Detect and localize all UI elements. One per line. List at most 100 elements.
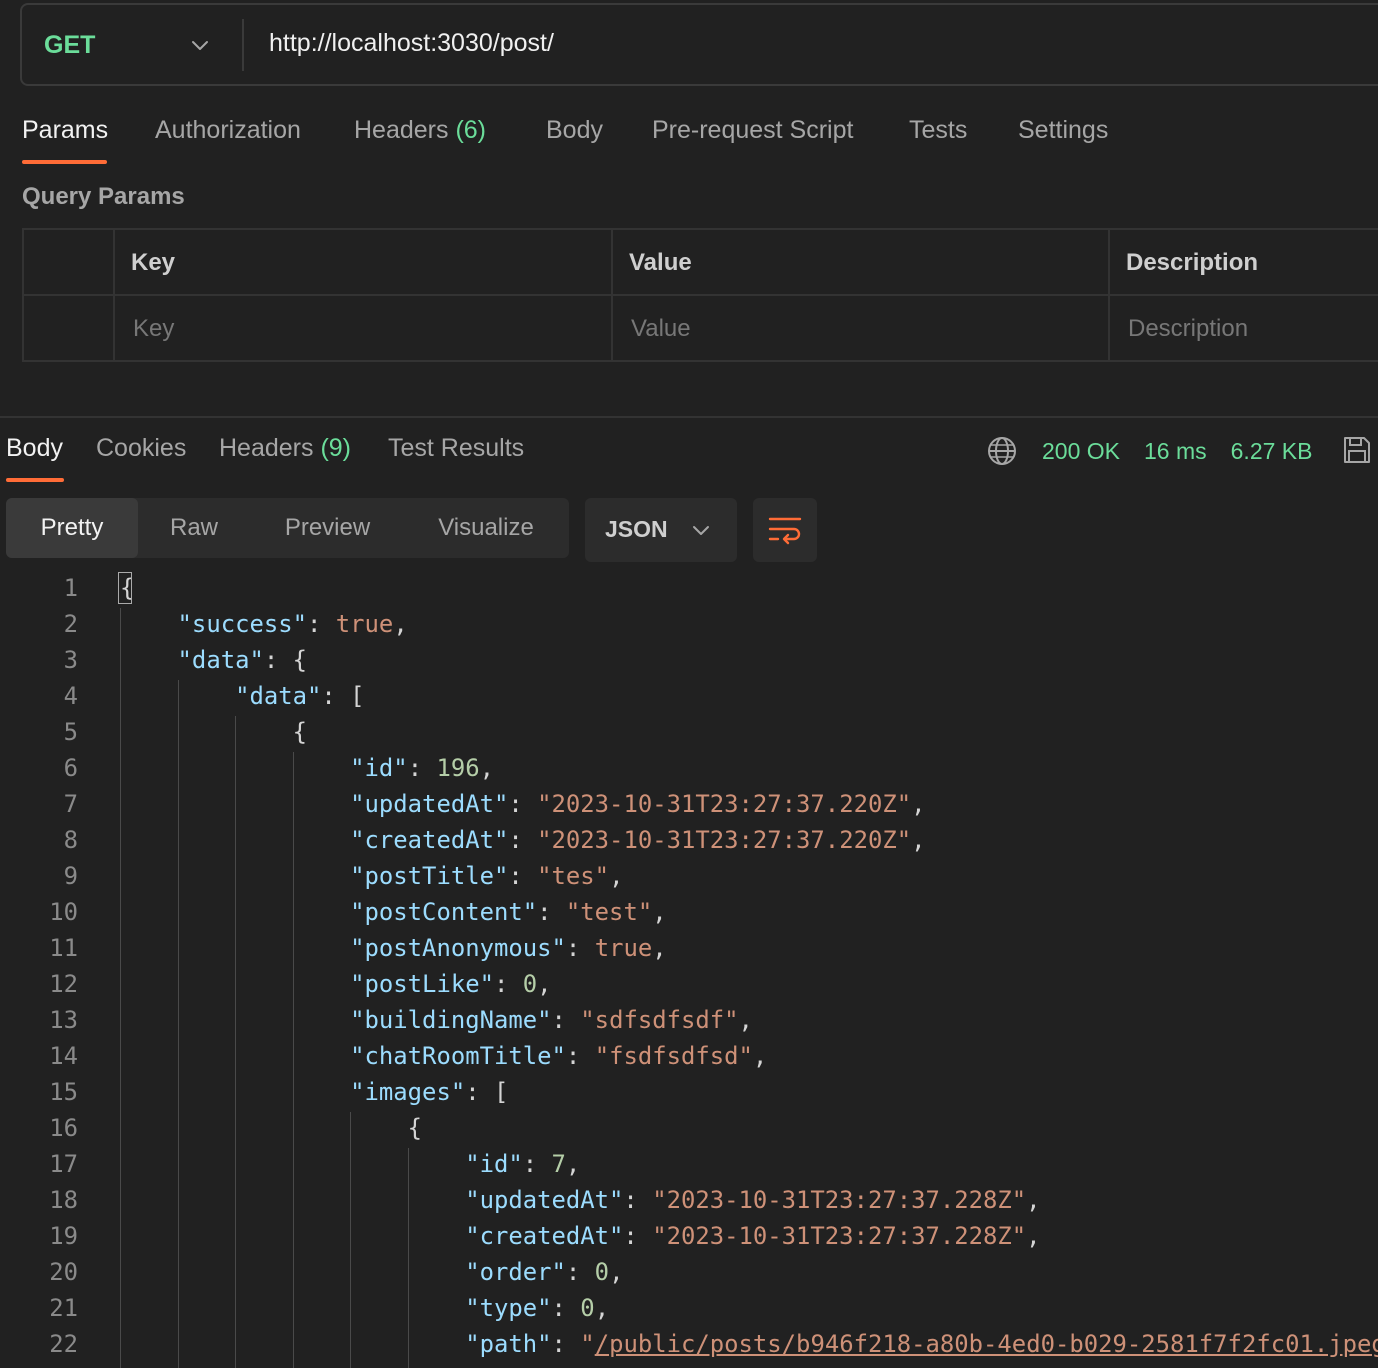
line-number: 3 [63, 646, 78, 674]
tab-label: Test Results [388, 434, 525, 462]
active-tab-indicator [22, 160, 107, 164]
code-text: "buildingName": "sdfsdfsdf", [350, 1006, 753, 1034]
code-text: "createdAt": "2023-10-31T23:27:37.228Z", [465, 1222, 1041, 1250]
tab-body[interactable]: Body [546, 116, 603, 145]
response-status: 200 OK 16 ms 6.27 KB [986, 434, 1336, 468]
code-line: 12 "postLike": 0, [0, 966, 1378, 1002]
line-number: 10 [49, 898, 78, 926]
code-line: 4 "data": [ [0, 678, 1378, 714]
code-text: "chatRoomTitle": "fsdfsdfsd", [350, 1042, 768, 1070]
code-line: 9 "postTitle": "tes", [0, 858, 1378, 894]
line-number: 6 [63, 754, 78, 782]
line-number: 7 [63, 790, 78, 818]
tab-headers[interactable]: Headers (6) [354, 116, 486, 145]
line-number: 21 [49, 1294, 78, 1322]
code-line: 5 { [0, 714, 1378, 750]
code-line: 1{ [0, 570, 1378, 606]
line-number: 14 [49, 1042, 78, 1070]
response-body-viewer[interactable]: 1{2 "success": true, 3 "data": {4 "data":… [0, 570, 1378, 1368]
code-text: "updatedAt": "2023-10-31T23:27:37.220Z", [350, 790, 926, 818]
tab-label: Body [546, 116, 603, 144]
code-line: 21 "type": 0, [0, 1290, 1378, 1326]
tab-label: Headers [354, 116, 449, 144]
url-divider [242, 19, 244, 71]
column-divider [1108, 230, 1110, 294]
wrap-lines-button[interactable] [753, 498, 817, 562]
code-line: 19 "createdAt": "2023-10-31T23:27:37.228… [0, 1218, 1378, 1254]
tab-count: (6) [455, 116, 487, 144]
tab-test-results[interactable]: Test Results [388, 434, 524, 463]
line-number: 13 [49, 1006, 78, 1034]
view-visualize-button[interactable]: Visualize [411, 498, 561, 558]
tab-label: Tests [909, 116, 968, 144]
line-number: 12 [49, 970, 78, 998]
column-divider [611, 296, 613, 362]
code-line: 7 "updatedAt": "2023-10-31T23:27:37.220Z… [0, 786, 1378, 822]
code-line: 13 "buildingName": "sdfsdfsdf", [0, 1002, 1378, 1038]
line-number: 4 [63, 682, 78, 710]
active-tab-indicator [6, 478, 64, 482]
code-line: 16 { [0, 1110, 1378, 1146]
code-line: 11 "postAnonymous": true, [0, 930, 1378, 966]
tab-pre-request-script[interactable]: Pre-request Script [652, 116, 853, 145]
line-number: 1 [63, 574, 78, 602]
tab-label: Params [22, 116, 109, 144]
code-text: { [292, 718, 307, 746]
line-number: 16 [49, 1114, 78, 1142]
tab-label: Pre-request Script [652, 116, 854, 144]
code-text: "order": 0, [465, 1258, 624, 1286]
tab-authorization[interactable]: Authorization [155, 116, 301, 145]
code-text: { [407, 1114, 423, 1142]
code-text: "updatedAt": "2023-10-31T23:27:37.228Z", [465, 1186, 1041, 1214]
query-params-title: Query Params [22, 183, 185, 210]
tab-cookies[interactable]: Cookies [96, 434, 186, 463]
column-divider [1108, 296, 1110, 362]
tab-tests[interactable]: Tests [909, 116, 967, 145]
line-number: 8 [63, 826, 78, 854]
column-header-key: Key [131, 249, 176, 276]
chevron-down-icon[interactable] [188, 33, 212, 57]
method-select[interactable]: GET [44, 31, 95, 60]
tab-response-body[interactable]: Body [6, 434, 63, 463]
chevron-down-icon [693, 526, 709, 535]
tab-count: (9) [320, 434, 352, 462]
code-line: 17 "id": 7, [0, 1146, 1378, 1182]
tab-response-headers[interactable]: Headers (9) [219, 434, 351, 463]
column-divider [611, 230, 613, 294]
response-time[interactable]: 16 ms [1144, 438, 1207, 465]
column-header-value: Value [629, 249, 692, 276]
tab-params[interactable]: Params [22, 116, 108, 145]
code-text: "postContent": "test", [350, 898, 667, 926]
wrap-lines-icon [768, 517, 802, 545]
code-text: "success": true, [177, 610, 408, 638]
format-label: JSON [605, 516, 668, 542]
response-size[interactable]: 6.27 KB [1231, 438, 1313, 465]
code-text: "createdAt": "2023-10-31T23:27:37.220Z", [350, 826, 926, 854]
code-text: "postTitle": "tes", [350, 862, 624, 890]
globe-icon[interactable] [986, 435, 1018, 467]
status-code[interactable]: 200 OK [1042, 438, 1120, 465]
save-icon[interactable] [1341, 434, 1373, 466]
view-preview-button[interactable]: Preview [260, 498, 395, 558]
format-select[interactable]: JSON [585, 498, 737, 562]
line-number: 9 [63, 862, 78, 890]
value-input[interactable]: Value [631, 315, 691, 343]
url-bar: GET http://localhost:3030/post/ [20, 3, 1378, 86]
response-divider[interactable] [0, 416, 1378, 418]
code-text: "id": 7, [465, 1150, 581, 1178]
code-line: 15 "images": [ [0, 1074, 1378, 1110]
view-raw-button[interactable]: Raw [138, 498, 250, 558]
line-number: 18 [49, 1186, 78, 1214]
description-input[interactable]: Description [1128, 315, 1248, 343]
line-number: 17 [49, 1150, 78, 1178]
url-input[interactable]: http://localhost:3030/post/ [269, 29, 554, 58]
code-text: "data": [ [235, 682, 365, 710]
column-divider [113, 230, 115, 294]
tab-label: Headers [219, 434, 314, 462]
tab-label: Authorization [155, 116, 301, 144]
key-input[interactable]: Key [133, 315, 174, 343]
view-pretty-button[interactable]: Pretty [6, 498, 138, 558]
code-text: "data": { [177, 646, 308, 674]
tab-settings[interactable]: Settings [1018, 116, 1108, 145]
line-number: 11 [49, 934, 78, 962]
